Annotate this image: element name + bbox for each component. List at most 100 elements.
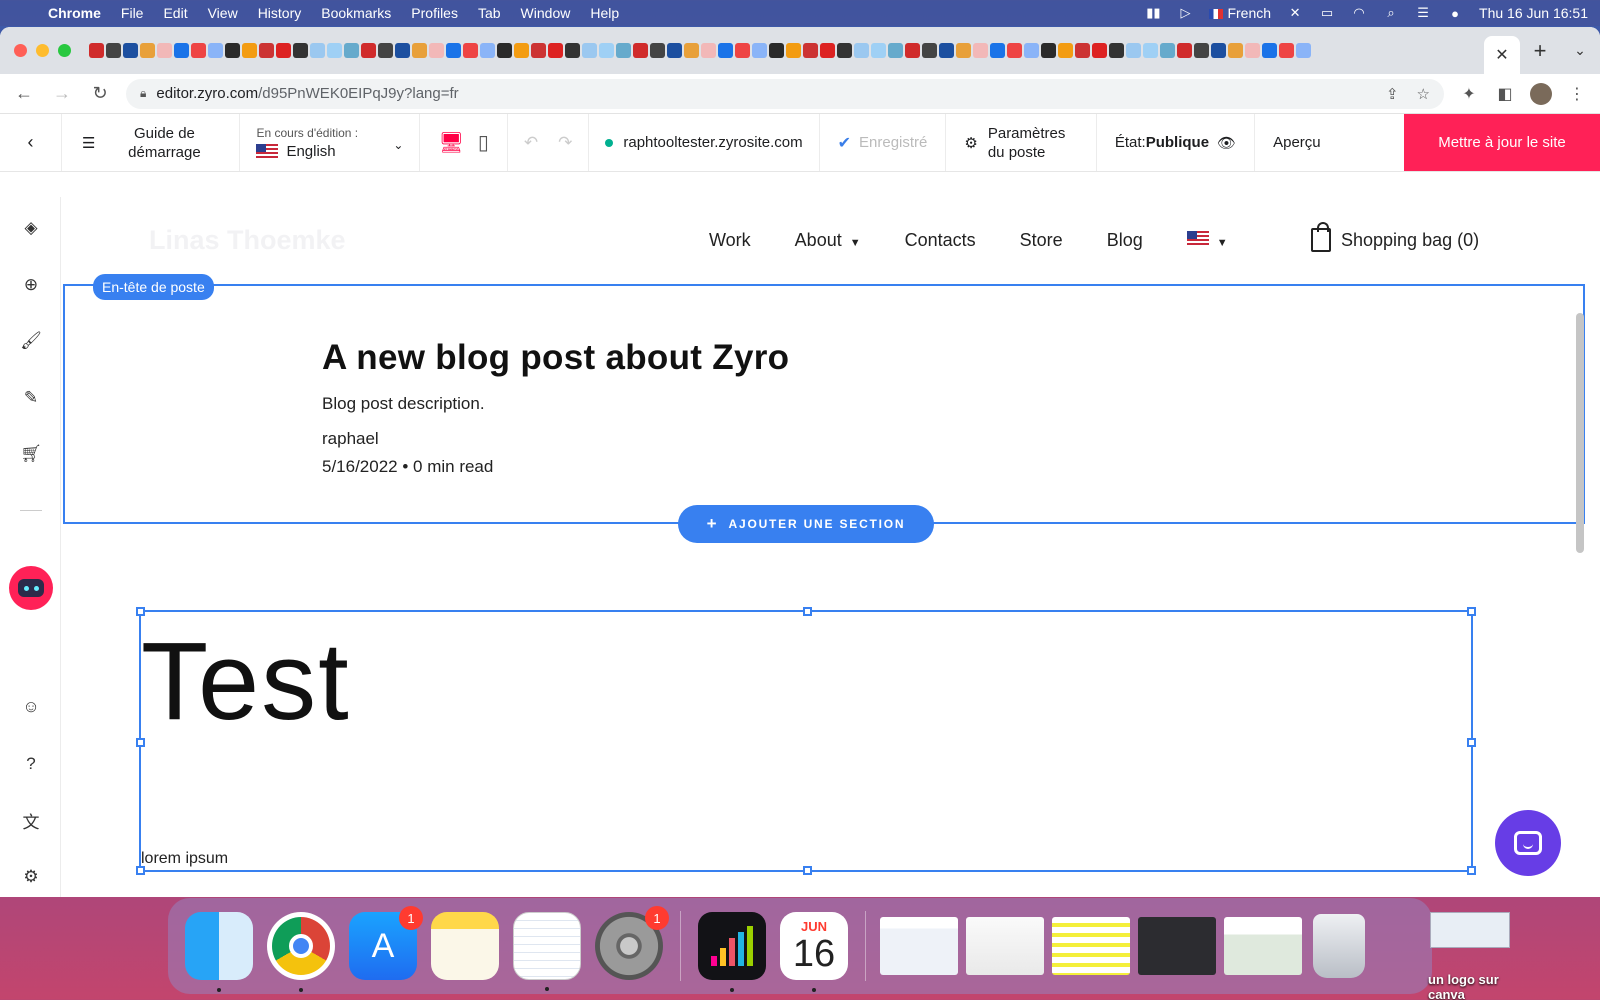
pinned-tab-favicon-icon[interactable] — [735, 43, 750, 58]
extensions-puzzle-icon[interactable]: ✦ — [1458, 84, 1480, 104]
settings-gear-icon[interactable]: ⚙ — [18, 864, 44, 890]
pinned-tab-favicon-icon[interactable] — [837, 43, 852, 58]
pinned-tab-favicon-icon[interactable] — [1194, 43, 1209, 58]
pinned-tab-favicon-icon[interactable] — [1262, 43, 1277, 58]
share-icon[interactable]: ⇪ — [1386, 85, 1399, 103]
pinned-tab-favicon-icon[interactable] — [378, 43, 393, 58]
pinned-tab-favicon-icon[interactable] — [327, 43, 342, 58]
shopping-bag-link[interactable]: Shopping bag (0) — [1311, 222, 1479, 252]
smiley-icon[interactable]: ☺ — [18, 694, 44, 720]
pinned-tab-favicon-icon[interactable] — [225, 43, 240, 58]
menubar-clock[interactable]: Thu 16 Jun 16:51 — [1479, 5, 1588, 21]
ai-assistant-robot-icon[interactable] — [9, 566, 53, 610]
menu-window[interactable]: Window — [521, 5, 571, 21]
site-header[interactable]: Linas Thoemke Work About ▼ Contacts Store… — [61, 197, 1587, 285]
pinned-tab-favicon-icon[interactable] — [1296, 43, 1311, 58]
pinned-tab-favicon-icon[interactable] — [667, 43, 682, 58]
menu-bookmarks[interactable]: Bookmarks — [321, 5, 391, 21]
dock-minimized-window-1[interactable] — [880, 917, 958, 975]
menu-profiles[interactable]: Profiles — [411, 5, 458, 21]
pinned-tab-favicons[interactable] — [89, 41, 1484, 61]
pinned-tab-favicon-icon[interactable] — [514, 43, 529, 58]
pinned-tab-favicon-icon[interactable] — [140, 43, 155, 58]
menu-file[interactable]: File — [121, 5, 144, 21]
pinned-tab-favicon-icon[interactable] — [888, 43, 903, 58]
translate-icon[interactable]: 文 — [18, 807, 44, 833]
dock-calendar[interactable]: JUN 16 — [780, 912, 848, 992]
pinned-tab-favicon-icon[interactable] — [1024, 43, 1039, 58]
nav-store[interactable]: Store — [1020, 230, 1063, 251]
spotlight-search-icon[interactable]: ⌕ — [1383, 5, 1399, 20]
menu-view[interactable]: View — [208, 5, 238, 21]
pinned-tab-favicon-icon[interactable] — [463, 43, 478, 58]
help-icon[interactable]: ? — [18, 751, 44, 777]
bookmark-star-icon[interactable]: ☆ — [1417, 85, 1430, 103]
pinned-tab-favicon-icon[interactable] — [1058, 43, 1073, 58]
pinned-tab-favicon-icon[interactable] — [854, 43, 869, 58]
undo-icon[interactable]: ↶ — [524, 133, 538, 153]
resize-handle-top[interactable] — [803, 607, 812, 616]
resize-handle-bottom[interactable] — [803, 866, 812, 875]
pinned-tab-favicon-icon[interactable] — [616, 43, 631, 58]
play-circle-icon[interactable]: ▷ — [1177, 5, 1193, 20]
add-element-icon[interactable]: ⊕ — [18, 272, 44, 298]
pinned-tab-favicon-icon[interactable] — [1160, 43, 1175, 58]
pinned-tab-favicon-icon[interactable] — [752, 43, 767, 58]
section-label-badge[interactable]: En-tête de poste — [93, 274, 214, 300]
address-bar[interactable]: 🔒︎ editor.zyro.com/d95PnWEK0EIPqJ9y?lang… — [126, 78, 1444, 109]
pinned-tab-favicon-icon[interactable] — [123, 43, 138, 58]
pinned-tab-favicon-icon[interactable] — [1245, 43, 1260, 58]
pinned-tab-favicon-icon[interactable] — [701, 43, 716, 58]
update-site-button[interactable]: Mettre à jour le site — [1404, 114, 1600, 171]
redo-icon[interactable]: ↷ — [558, 133, 572, 153]
nav-contacts[interactable]: Contacts — [905, 230, 976, 251]
equalizer-icon[interactable]: ▮▮ — [1145, 5, 1161, 20]
pinned-tab-favicon-icon[interactable] — [1041, 43, 1056, 58]
pinned-tab-favicon-icon[interactable] — [1007, 43, 1022, 58]
pinned-tab-favicon-icon[interactable] — [633, 43, 648, 58]
pinned-tab-favicon-icon[interactable] — [1092, 43, 1107, 58]
back-arrow-icon[interactable]: ← — [12, 83, 36, 104]
pinned-tab-favicon-icon[interactable] — [990, 43, 1005, 58]
brush-icon[interactable]: 🖌︎ — [18, 328, 44, 354]
dock-deezer[interactable] — [698, 912, 766, 992]
post-settings-button[interactable]: ⚙ Paramètres du poste — [946, 114, 1097, 171]
side-panel-icon[interactable]: ◧ — [1494, 84, 1516, 104]
pinned-tab-favicon-icon[interactable] — [939, 43, 954, 58]
pinned-tab-favicon-icon[interactable] — [786, 43, 801, 58]
dock-system-preferences[interactable]: 1 — [595, 906, 669, 980]
desktop-file-label[interactable]: un logo sur canva — [1428, 972, 1518, 1000]
pinned-tab-favicon-icon[interactable] — [1075, 43, 1090, 58]
canvas-scrollbar[interactable] — [1576, 313, 1584, 553]
resize-handle-top-right[interactable] — [1467, 607, 1476, 616]
onboarding-guide-button[interactable]: ☰ Guide de démarrage — [62, 114, 241, 171]
post-title[interactable]: A new blog post about Zyro — [322, 338, 789, 378]
wifi-icon[interactable]: ◠ — [1351, 5, 1367, 20]
mobile-view-icon[interactable]: ▯ — [478, 130, 489, 155]
dock-notes[interactable] — [431, 912, 499, 980]
pinned-tab-favicon-icon[interactable] — [293, 43, 308, 58]
pinned-tab-favicon-icon[interactable] — [446, 43, 461, 58]
pen-icon[interactable]: ✎ — [18, 385, 44, 411]
pinned-tab-favicon-icon[interactable] — [1211, 43, 1226, 58]
forward-arrow-icon[interactable]: → — [50, 83, 74, 104]
close-tab-icon[interactable]: ✕ — [1495, 45, 1508, 65]
dock-trash[interactable] — [1313, 914, 1365, 978]
reload-icon[interactable]: ↻ — [88, 83, 112, 104]
profile-avatar[interactable] — [1530, 82, 1552, 105]
dock-minimized-window-5[interactable] — [1224, 917, 1302, 975]
pinned-tab-favicon-icon[interactable] — [565, 43, 580, 58]
zoom-window-button[interactable] — [58, 44, 71, 57]
pinned-tab-favicon-icon[interactable] — [412, 43, 427, 58]
chrome-menu-kebab-icon[interactable]: ⋮ — [1566, 84, 1588, 104]
pinned-tab-favicon-icon[interactable] — [684, 43, 699, 58]
desktop-file-thumbnail[interactable] — [1430, 912, 1510, 948]
post-header-section[interactable]: En-tête de poste A new blog post about Z… — [63, 274, 1585, 524]
bluetooth-off-icon[interactable]: ✕ — [1287, 5, 1303, 20]
pinned-tab-favicon-icon[interactable] — [157, 43, 172, 58]
desktop-view-icon[interactable]: 🖥︎ — [438, 130, 463, 155]
language-selector[interactable]: En cours d'édition : English ⌄ — [240, 114, 421, 171]
pinned-tab-favicon-icon[interactable] — [429, 43, 444, 58]
pinned-tab-favicon-icon[interactable] — [480, 43, 495, 58]
pinned-tab-favicon-icon[interactable] — [310, 43, 325, 58]
